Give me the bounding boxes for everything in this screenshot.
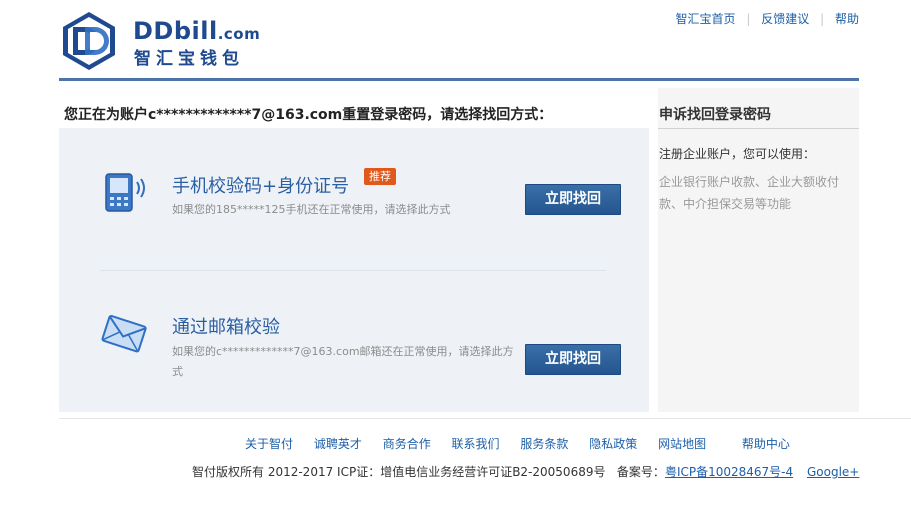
- page-title: 您正在为账户c*************7@163.com重置登录密码，请选择找…: [64, 107, 553, 123]
- appeal-sidebar-description: 企业银行账户收款、企业大额收付款、中介担保交易等功能: [659, 175, 840, 211]
- recommended-badge: 推荐: [364, 168, 396, 185]
- ddbill-logo-icon: [63, 12, 115, 70]
- footer-link-contact[interactable]: 联系我们: [452, 437, 500, 451]
- footer-link-terms[interactable]: 服务条款: [520, 437, 568, 451]
- email-option-description: 如果您的c*************7@163.com邮箱还在正常使用，请选择此…: [172, 345, 514, 378]
- footer-link-about[interactable]: 关于智付: [245, 437, 293, 451]
- appeal-sidebar-divider: [658, 128, 859, 129]
- footer-divider: [59, 418, 911, 419]
- mobile-phone-icon: [105, 173, 145, 212]
- page: DDbill.com 智汇宝钱包 智汇宝首页 | 反馈建议 | 帮助 您正在为账…: [0, 0, 911, 506]
- brand-name-text: DDbill: [133, 17, 218, 45]
- phone-recover-button[interactable]: 立即找回: [525, 184, 621, 215]
- phone-option-title: 手机校验码+身份证号: [172, 176, 350, 197]
- footer-link-business[interactable]: 商务合作: [383, 437, 431, 451]
- top-nav-home-link[interactable]: 智汇宝首页: [676, 12, 736, 26]
- footer-link-sitemap[interactable]: 网站地图: [658, 437, 706, 451]
- icp-record-link[interactable]: 粤ICP备10028467号-4: [665, 465, 793, 479]
- footer-link-careers[interactable]: 诚聘英才: [314, 437, 362, 451]
- brand-name-en: DDbill.com: [133, 17, 260, 45]
- appeal-sidebar-lead: 注册企业账户，您可以使用：: [659, 147, 816, 161]
- top-nav: 智汇宝首页 | 反馈建议 | 帮助: [676, 10, 859, 27]
- envelope-icon: [101, 314, 147, 353]
- copyright-text: 智付版权所有 2012-2017 ICP证：增值电信业务经营许可证B2-2005…: [192, 465, 606, 479]
- ddbill-logo[interactable]: DDbill.com 智汇宝钱包: [59, 11, 279, 71]
- footer-link-help[interactable]: 帮助中心: [742, 437, 790, 451]
- brand-domain-text: .com: [217, 25, 261, 43]
- top-nav-feedback-link[interactable]: 反馈建议: [761, 12, 809, 26]
- top-nav-separator: |: [746, 12, 751, 26]
- header-divider: [59, 78, 859, 81]
- record-label: 备案号：: [616, 465, 665, 479]
- appeal-sidebar-title: 申诉找回登录密码: [659, 107, 771, 123]
- brand-name-cn: 智汇宝钱包: [134, 49, 244, 69]
- email-recover-button[interactable]: 立即找回: [525, 344, 621, 375]
- appeal-sidebar: [658, 88, 859, 412]
- footer-copyright: 智付版权所有 2012-2017 ICP证：增值电信业务经营许可证B2-2005…: [192, 463, 859, 480]
- footer-link-privacy[interactable]: 隐私政策: [589, 437, 637, 451]
- top-nav-help-link[interactable]: 帮助: [835, 12, 859, 26]
- google-plus-link[interactable]: Google+: [807, 465, 859, 479]
- footer-links: 关于智付 诚聘英才 商务合作 联系我们 服务条款 隐私政策 网站地图 帮助中心: [245, 435, 807, 452]
- top-nav-separator: |: [820, 12, 825, 26]
- options-divider: [100, 270, 606, 271]
- email-option-title: 通过邮箱校验: [172, 317, 280, 338]
- phone-option-description: 如果您的185*****125手机还在正常使用，请选择此方式: [172, 203, 451, 216]
